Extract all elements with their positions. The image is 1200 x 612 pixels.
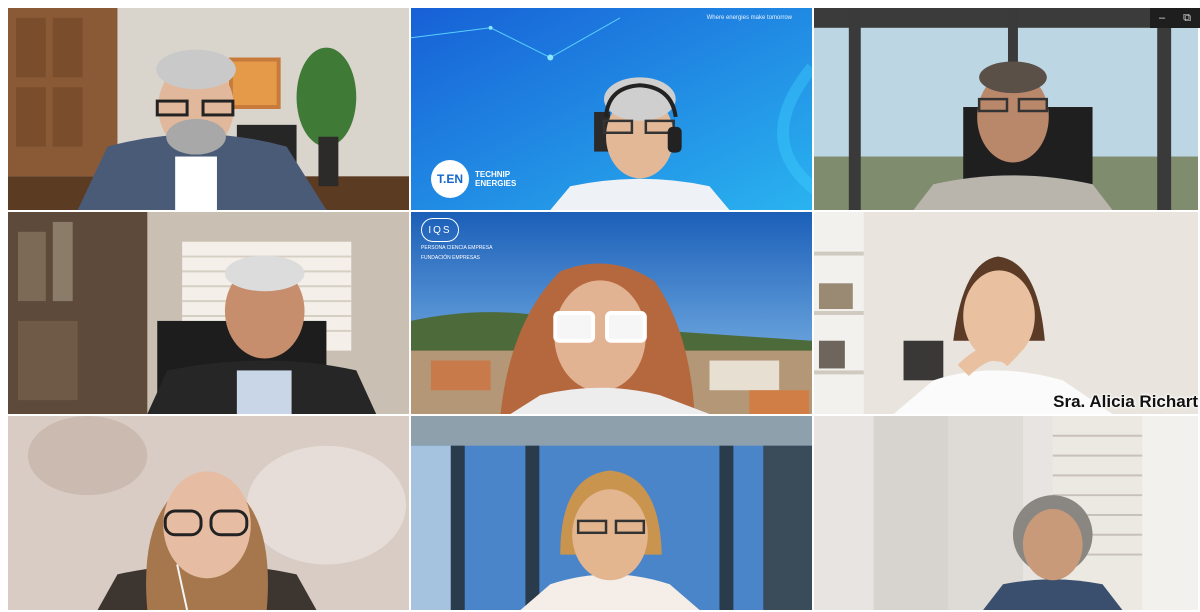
- participant-video-4: [8, 212, 409, 414]
- participant-video-3: [814, 8, 1198, 210]
- participant-video-7: [8, 416, 409, 610]
- participant-tile-2[interactable]: Where energies make tomorrow T.EN TECHNI…: [411, 8, 814, 212]
- iqs-logo-mark: IQS: [421, 218, 459, 242]
- participant-tile-8[interactable]: [411, 416, 814, 612]
- participant-tile-4[interactable]: [8, 212, 411, 416]
- video-grid: Where energies make tomorrow T.EN TECHNI…: [8, 8, 1200, 612]
- participant-tile-1[interactable]: [8, 8, 411, 212]
- participant-tile-7[interactable]: [8, 416, 411, 612]
- maximize-button[interactable]: ⧉: [1183, 12, 1191, 24]
- iqs-logo: IQS PERSONA CIENCIA EMPRESA FUNDACIÓN EM…: [421, 218, 492, 262]
- minimize-button[interactable]: –: [1159, 12, 1165, 24]
- technip-word-1: TECHNIP: [475, 170, 511, 179]
- technip-logo: T.EN TECHNIP ENERGIES: [431, 160, 516, 198]
- participant-video-1: [8, 8, 409, 210]
- iqs-subline-1: PERSONA CIENCIA EMPRESA: [421, 245, 493, 251]
- iqs-subline-2: FUNDACIÓN EMPRESAS: [421, 255, 480, 261]
- participant-tile-6[interactable]: Sra. Alicia Richart: [814, 212, 1200, 416]
- participant-tile-9[interactable]: [814, 416, 1200, 612]
- technip-word-2: ENERGIES: [475, 179, 517, 188]
- participant-name-label: Sra. Alicia Richart: [1053, 392, 1198, 411]
- technip-logo-mark: T.EN: [431, 160, 469, 198]
- participant-video-9: [814, 416, 1198, 610]
- participant-tile-5[interactable]: IQS PERSONA CIENCIA EMPRESA FUNDACIÓN EM…: [411, 212, 814, 416]
- participant-video-6: [814, 212, 1198, 414]
- participant-video-8: [411, 416, 812, 610]
- participant-tile-3[interactable]: [814, 8, 1200, 212]
- window-controls: – ⧉: [1150, 8, 1200, 28]
- technip-logo-words: TECHNIP ENERGIES: [475, 170, 516, 188]
- technip-tagline: Where energies make tomorrow: [706, 15, 792, 21]
